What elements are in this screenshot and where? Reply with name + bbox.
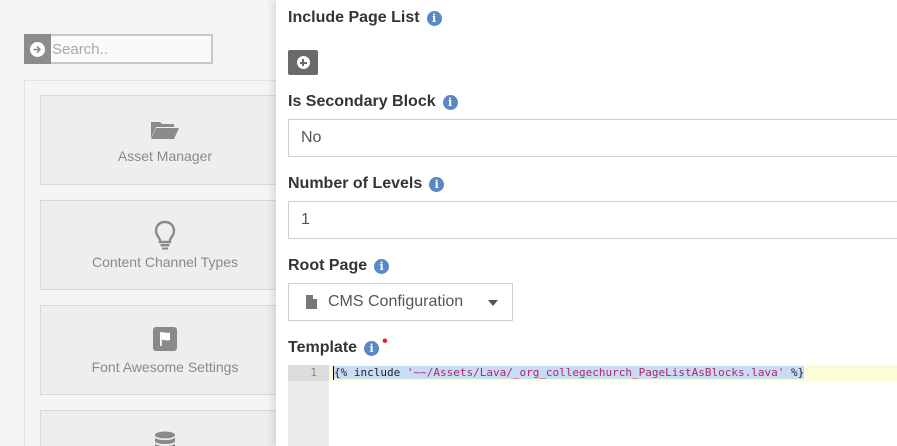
template-label: Template i • bbox=[288, 333, 388, 357]
is-secondary-block-value: No bbox=[301, 129, 322, 146]
search-toggle-button[interactable] bbox=[24, 34, 51, 64]
template-text: Template bbox=[288, 339, 358, 356]
tile-font-awesome-settings[interactable]: Font Awesome Settings bbox=[40, 305, 290, 395]
block-settings-panel: Include Page List i Is Secondary Block i… bbox=[276, 0, 897, 446]
template-code-editor[interactable]: 1 {% include '~~/Assets/Lava/_org_colleg… bbox=[288, 365, 897, 446]
required-indicator: • bbox=[382, 333, 388, 350]
info-icon[interactable]: i bbox=[429, 176, 445, 192]
is-secondary-block-label: Is Secondary Block i bbox=[288, 93, 458, 111]
root-page-text: Root Page bbox=[288, 257, 368, 274]
is-secondary-block-select[interactable]: No bbox=[288, 119, 897, 157]
info-icon[interactable]: i bbox=[364, 340, 380, 356]
file-icon bbox=[306, 295, 317, 309]
tile-content-channel-types[interactable]: Content Channel Types bbox=[40, 200, 290, 290]
number-of-levels-input[interactable]: 1 bbox=[288, 201, 897, 239]
code-string: '~~/Assets/Lava/_org_collegechurch_PageL… bbox=[406, 366, 785, 379]
arrow-right-circle-icon bbox=[30, 41, 45, 57]
tile-label: Content Channel Types bbox=[91, 254, 239, 270]
include-page-list-text: Include Page List bbox=[288, 9, 420, 26]
caret-down-icon bbox=[488, 300, 498, 306]
lightbulb-icon bbox=[41, 220, 289, 250]
search-box bbox=[24, 34, 213, 64]
number-of-levels-text: Number of Levels bbox=[288, 175, 423, 192]
plus-circle-icon bbox=[296, 56, 310, 69]
root-page-value: CMS Configuration bbox=[328, 293, 464, 310]
code-line[interactable]: {% include '~~/Assets/Lava/_org_collegec… bbox=[329, 365, 897, 381]
editor-gutter: 1 bbox=[288, 365, 329, 446]
code-tag-close: %} bbox=[784, 366, 805, 379]
tile-database[interactable] bbox=[40, 410, 290, 446]
database-icon bbox=[41, 431, 289, 446]
info-icon[interactable]: i bbox=[374, 258, 390, 274]
number-of-levels-value: 1 bbox=[301, 211, 310, 228]
search-input[interactable] bbox=[52, 38, 210, 60]
flag-icon bbox=[41, 327, 289, 351]
root-page-label: Root Page i bbox=[288, 257, 390, 275]
tile-label: Asset Manager bbox=[117, 148, 213, 164]
block-sidebar: Asset Manager Content Channel Types Font… bbox=[0, 0, 290, 446]
is-secondary-block-text: Is Secondary Block bbox=[288, 93, 436, 110]
tile-asset-manager[interactable]: Asset Manager bbox=[40, 95, 290, 185]
info-icon[interactable]: i bbox=[426, 10, 442, 26]
code-tag-open: {% include bbox=[334, 366, 407, 379]
line-number: 1 bbox=[288, 365, 329, 381]
folder-open-icon bbox=[41, 120, 289, 140]
info-icon[interactable]: i bbox=[442, 94, 458, 110]
number-of-levels-label: Number of Levels i bbox=[288, 175, 445, 193]
include-page-list-label: Include Page List i bbox=[288, 9, 442, 27]
tile-label: Font Awesome Settings bbox=[91, 359, 239, 375]
add-page-button[interactable] bbox=[288, 50, 318, 75]
root-page-picker[interactable]: CMS Configuration bbox=[288, 283, 513, 321]
